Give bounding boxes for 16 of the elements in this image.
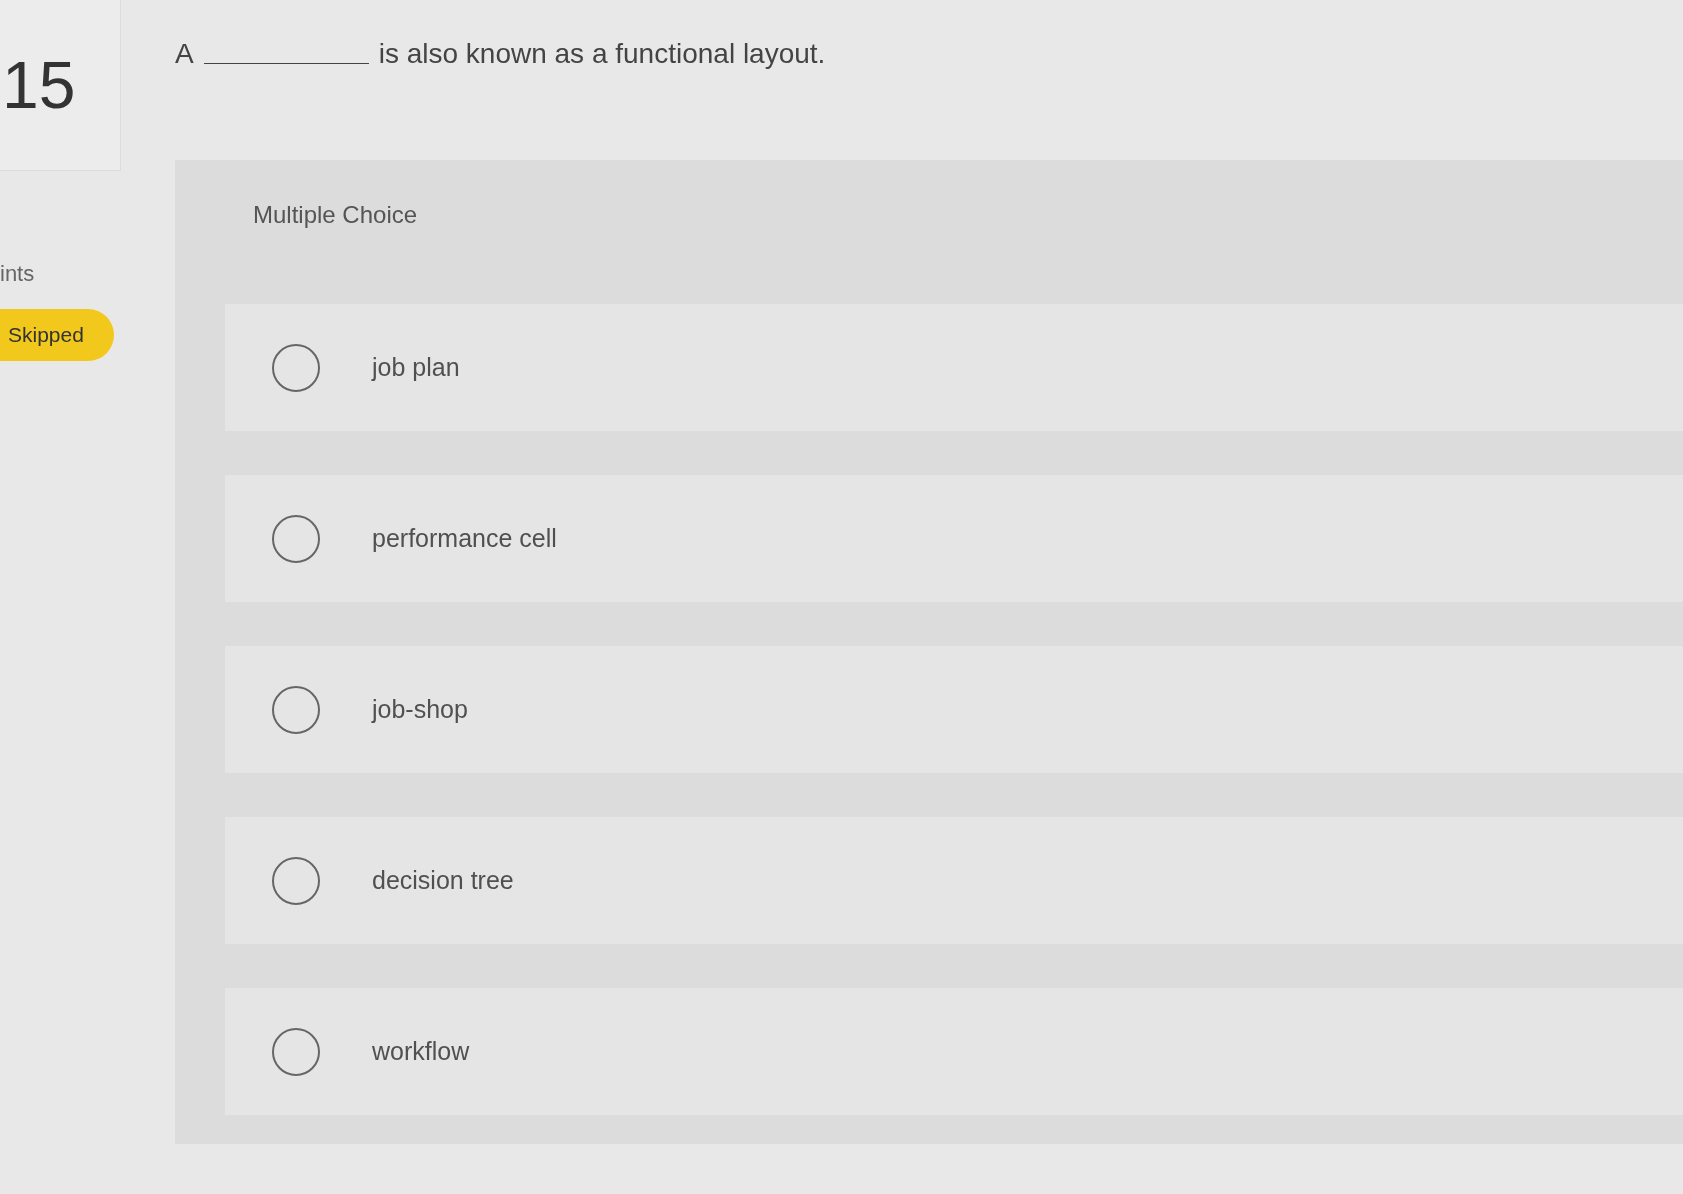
radio-button[interactable]: [272, 343, 320, 392]
answer-option[interactable]: workflow: [225, 988, 1683, 1115]
radio-button[interactable]: [272, 685, 320, 734]
question-number: 15: [2, 47, 76, 123]
points-label: ints: [0, 261, 35, 287]
radio-button[interactable]: [272, 1027, 320, 1076]
question-text: A: [175, 38, 194, 70]
panel-title: Multiple Choice: [253, 201, 418, 229]
answer-option[interactable]: job plan: [225, 304, 1683, 431]
answer-option[interactable]: job-shop: [225, 646, 1683, 773]
radio-button[interactable]: [272, 514, 320, 563]
question-text: is also known as a functional layout.: [378, 38, 826, 70]
answer-option[interactable]: decision tree: [225, 817, 1683, 944]
radio-button[interactable]: [272, 856, 320, 905]
answer-option[interactable]: performance cell: [225, 475, 1683, 602]
status-badge: Skipped: [0, 309, 114, 361]
